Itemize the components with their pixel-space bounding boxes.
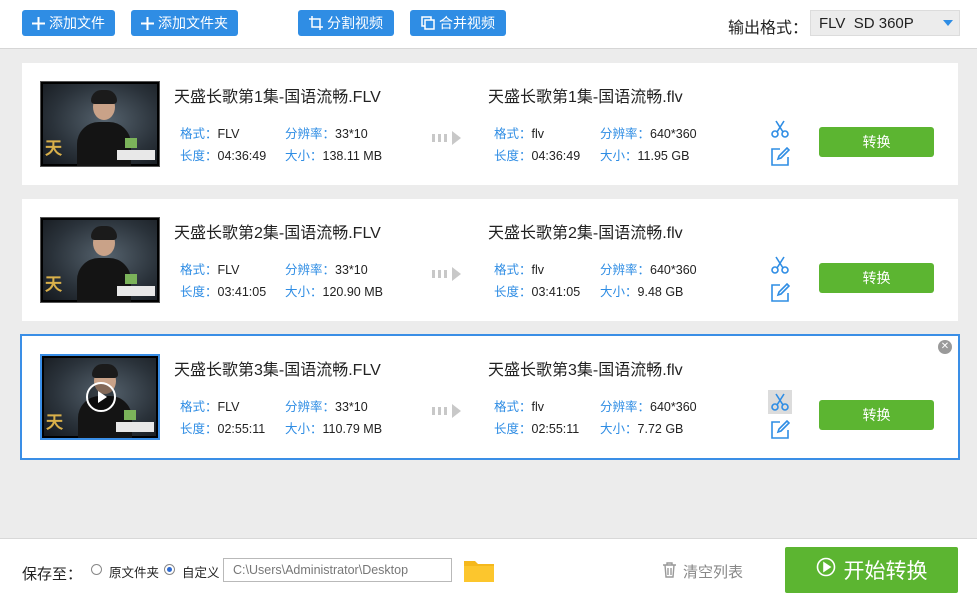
show-logo: 天 <box>45 275 62 295</box>
original-folder-label: 原文件夹 <box>109 566 160 580</box>
merge-video-label: 合并视频 <box>439 15 495 31</box>
video-thumbnail[interactable]: 天 <box>40 81 160 167</box>
source-length: 03:41:05 <box>217 285 267 299</box>
output-format-value: FLV SD 360P <box>819 14 914 32</box>
source-length: 02:55:11 <box>217 422 266 436</box>
add-folder-button[interactable]: 添加文件夹 <box>131 10 238 36</box>
output-format-label: 输出格式： <box>728 20 809 37</box>
source-format: FLV <box>217 400 240 414</box>
add-folder-label: 添加文件夹 <box>158 15 228 31</box>
source-resolution: 33*10 <box>335 400 368 414</box>
output-format: flv <box>531 263 545 277</box>
source-title: 天盛长歌第3集-国语流畅.FLV <box>174 362 381 379</box>
convert-arrow-icon <box>432 131 462 145</box>
plus-icon <box>141 16 154 30</box>
custom-folder-radio[interactable] <box>164 564 175 575</box>
clear-list-label: 清空列表 <box>683 564 744 581</box>
source-title: 天盛长歌第1集-国语流畅.FLV <box>174 89 381 106</box>
scissors-icon[interactable] <box>768 390 792 414</box>
list-item[interactable]: 天 天盛长歌第1集-国语流畅.FLV 格式：FLV 分辨率：33*10 长度：0… <box>22 63 958 185</box>
video-thumbnail[interactable]: 天 <box>40 354 160 440</box>
convert-arrow-icon <box>432 267 462 281</box>
clear-list-button[interactable]: 清空列表 <box>662 561 743 582</box>
convert-arrow-icon <box>432 404 462 418</box>
source-size: 120.90 MB <box>322 285 383 299</box>
output-length: 02:55:11 <box>531 422 580 436</box>
video-thumbnail[interactable]: 天 <box>40 217 160 303</box>
custom-folder-label: 自定义 <box>182 566 220 580</box>
source-resolution: 33*10 <box>335 127 368 141</box>
merge-icon <box>421 16 435 30</box>
split-video-label: 分割视频 <box>327 15 383 31</box>
merge-video-button[interactable]: 合并视频 <box>410 10 506 36</box>
output-format: flv <box>531 400 545 414</box>
edit-icon[interactable] <box>770 146 792 169</box>
dropdown-arrow-icon <box>943 20 953 26</box>
list-item-selected[interactable]: 天 天盛长歌第3集-国语流畅.FLV 格式：FLV 分辨率：33*10 长度：0… <box>20 334 960 460</box>
output-resolution: 640*360 <box>650 400 697 414</box>
folder-icon[interactable] <box>463 557 495 583</box>
remove-item-icon[interactable]: ✕ <box>938 340 952 354</box>
split-video-button[interactable]: 分割视频 <box>298 10 394 36</box>
output-size: 11.95 GB <box>637 149 690 163</box>
original-folder-radio[interactable] <box>91 564 102 575</box>
output-format-select[interactable]: FLV SD 360P <box>810 10 960 36</box>
convert-button[interactable]: 转换 <box>819 263 934 293</box>
add-file-label: 添加文件 <box>49 15 105 31</box>
output-size: 9.48 GB <box>637 285 684 299</box>
trash-icon <box>662 561 677 582</box>
source-title: 天盛长歌第2集-国语流畅.FLV <box>174 225 381 242</box>
plus-icon <box>32 16 45 30</box>
source-size: 110.79 MB <box>322 422 383 436</box>
save-to-label: 保存至： <box>22 566 83 583</box>
output-format: flv <box>531 127 545 141</box>
output-path-field[interactable]: C:\Users\Administrator\Desktop <box>223 558 452 582</box>
convert-button[interactable]: 转换 <box>819 127 934 157</box>
start-convert-button[interactable]: 开始转换 <box>785 547 958 593</box>
output-title: 天盛长歌第3集-国语流畅.flv <box>488 362 683 379</box>
add-file-button[interactable]: 添加文件 <box>22 10 115 36</box>
file-list: 天 天盛长歌第1集-国语流畅.FLV 格式：FLV 分辨率：33*10 长度：0… <box>0 48 977 538</box>
toolbar: 添加文件 添加文件夹 分割视频 合并视频 输出格式： FLV SD 360P <box>0 0 977 48</box>
source-format: FLV <box>217 263 240 277</box>
list-item[interactable]: 天 天盛长歌第2集-国语流畅.FLV 格式：FLV 分辨率：33*10 长度：0… <box>22 199 958 321</box>
source-resolution: 33*10 <box>335 263 368 277</box>
source-length: 04:36:49 <box>217 149 267 163</box>
crop-icon <box>309 16 323 30</box>
output-resolution: 640*360 <box>650 263 697 277</box>
source-size: 138.11 MB <box>322 149 383 163</box>
scissors-icon[interactable] <box>768 117 792 141</box>
show-logo: 天 <box>45 139 62 159</box>
output-length: 03:41:05 <box>531 285 581 299</box>
edit-icon[interactable] <box>770 282 792 305</box>
convert-button[interactable]: 转换 <box>819 400 934 430</box>
bottom-bar: 保存至： 原文件夹 自定义 C:\Users\Administrator\Des… <box>0 538 977 600</box>
edit-icon[interactable] <box>770 419 792 442</box>
play-circle-icon <box>816 557 836 583</box>
output-title: 天盛长歌第1集-国语流畅.flv <box>488 89 683 106</box>
output-length: 04:36:49 <box>531 149 581 163</box>
source-format: FLV <box>217 127 240 141</box>
play-icon[interactable] <box>86 382 116 412</box>
scissors-icon[interactable] <box>768 253 792 277</box>
show-logo: 天 <box>46 413 63 433</box>
output-title: 天盛长歌第2集-国语流畅.flv <box>488 225 683 242</box>
output-resolution: 640*360 <box>650 127 697 141</box>
output-size: 7.72 GB <box>637 422 684 436</box>
start-convert-label: 开始转换 <box>843 560 928 583</box>
